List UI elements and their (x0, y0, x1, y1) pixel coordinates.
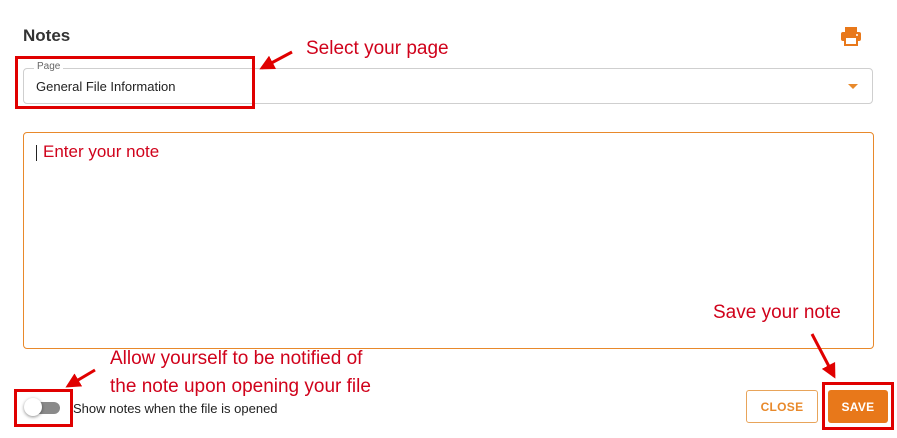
arrow-select-page (259, 50, 293, 70)
annotation-box-save (822, 382, 894, 430)
print-icon[interactable] (840, 26, 862, 46)
annotation-box-toggle (14, 389, 73, 427)
page-title: Notes (23, 26, 71, 45)
close-button[interactable]: CLOSE (746, 390, 818, 423)
annotation-notify-line1: Allow yourself to be notified of (110, 348, 363, 369)
chevron-down-icon[interactable] (848, 84, 858, 89)
annotation-save-note: Save your note (713, 302, 841, 323)
show-notes-toggle-label: Show notes when the file is opened (73, 401, 278, 416)
annotation-box-page-select (15, 56, 255, 109)
arrow-notify (65, 368, 96, 388)
note-placeholder: Enter your note (43, 142, 160, 161)
annotation-notify-line2: the note upon opening your file (110, 376, 371, 397)
text-cursor (36, 145, 37, 161)
annotation-select-page: Select your page (306, 38, 449, 59)
